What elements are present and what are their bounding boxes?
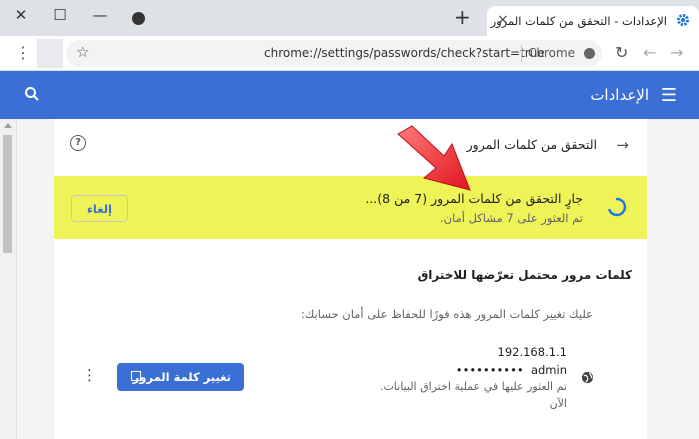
browser-toolbar: ⋮ ☆ chrome://settings/passwords/check?st… bbox=[0, 36, 699, 71]
url-text[interactable]: chrome://settings/passwords/check?start=… bbox=[264, 46, 545, 60]
masked-password: •••••••••• bbox=[455, 363, 524, 377]
compromised-section-subtitle: عليك تغيير كلمات المرور هذه فورًا للحفاظ… bbox=[300, 307, 593, 321]
compromised-section-title: كلمات مرور محتمل تعرّضها للاختراق bbox=[417, 268, 632, 282]
globe-icon bbox=[581, 371, 594, 384]
tab-settings[interactable]: × الإعدادات - التحقق من كلمات المرور bbox=[487, 6, 699, 36]
help-icon[interactable]: ? bbox=[70, 135, 86, 151]
window-minimize-button[interactable]: — bbox=[81, 0, 119, 30]
change-password-button[interactable]: تغيير كلمة المرور bbox=[117, 363, 244, 391]
new-tab-button[interactable]: + bbox=[454, 5, 471, 29]
compromised-site: 192.168.1.1 bbox=[497, 345, 568, 359]
tab-strip: ✕ ☐ — + × الإعدادات - التحقق من كلمات ال… bbox=[0, 0, 699, 36]
back-icon[interactable]: → bbox=[670, 45, 683, 61]
compromised-username: admin bbox=[530, 363, 567, 377]
issues-found-text: تم العثور على 7 مشاكل أمان. bbox=[439, 211, 583, 225]
gear-icon bbox=[677, 14, 689, 26]
password-check-card: → التحقق من كلمات المرور ? جارٍ التحقق م… bbox=[54, 119, 647, 439]
settings-title: الإعدادات bbox=[590, 86, 649, 104]
change-password-label: تغيير كلمة المرور bbox=[132, 370, 231, 384]
page-title: التحقق من كلمات المرور bbox=[466, 137, 597, 152]
reload-icon[interactable]: ↻ bbox=[615, 45, 628, 61]
bookmark-star-icon[interactable]: ☆ bbox=[76, 43, 89, 61]
search-icon[interactable] bbox=[24, 86, 40, 102]
check-status-banner: جارٍ التحقق من كلمات المرور (7 من 8)... … bbox=[54, 176, 647, 239]
chrome-icon[interactable] bbox=[584, 48, 595, 59]
site-info-label: Chrome bbox=[528, 46, 576, 60]
more-actions-icon[interactable]: ⋮ bbox=[82, 368, 97, 383]
settings-header: ☰ الإعدادات bbox=[0, 71, 699, 119]
hamburger-menu-icon[interactable]: ☰ bbox=[661, 85, 677, 106]
forward-icon[interactable]: ← bbox=[643, 45, 656, 61]
scrollbar[interactable] bbox=[0, 119, 17, 439]
window-close-button[interactable]: ✕ bbox=[2, 0, 40, 30]
url-separator bbox=[521, 45, 522, 62]
tab-search-icon[interactable] bbox=[132, 12, 145, 25]
extension-slot[interactable] bbox=[37, 39, 63, 68]
window-maximize-button[interactable]: ☐ bbox=[41, 0, 79, 30]
address-bar[interactable]: ☆ chrome://settings/passwords/check?star… bbox=[66, 40, 602, 67]
tab-title: الإعدادات - التحقق من كلمات المرور bbox=[490, 14, 667, 28]
compromised-credentials: •••••••••• admin bbox=[456, 363, 567, 377]
scrollbar-thumb[interactable] bbox=[3, 135, 12, 253]
loading-spinner-icon bbox=[608, 197, 627, 217]
breach-note: تم العثور عليها في عملية اختراق البيانات… bbox=[379, 380, 567, 393]
breach-time: الآن bbox=[549, 397, 567, 410]
back-arrow-icon[interactable]: → bbox=[616, 136, 629, 154]
red-arrow-pointer bbox=[397, 125, 471, 191]
browser-menu-icon[interactable]: ⋮ bbox=[15, 44, 31, 62]
cancel-button[interactable]: إلغاء bbox=[71, 195, 128, 222]
scroll-up-icon[interactable] bbox=[4, 123, 12, 128]
